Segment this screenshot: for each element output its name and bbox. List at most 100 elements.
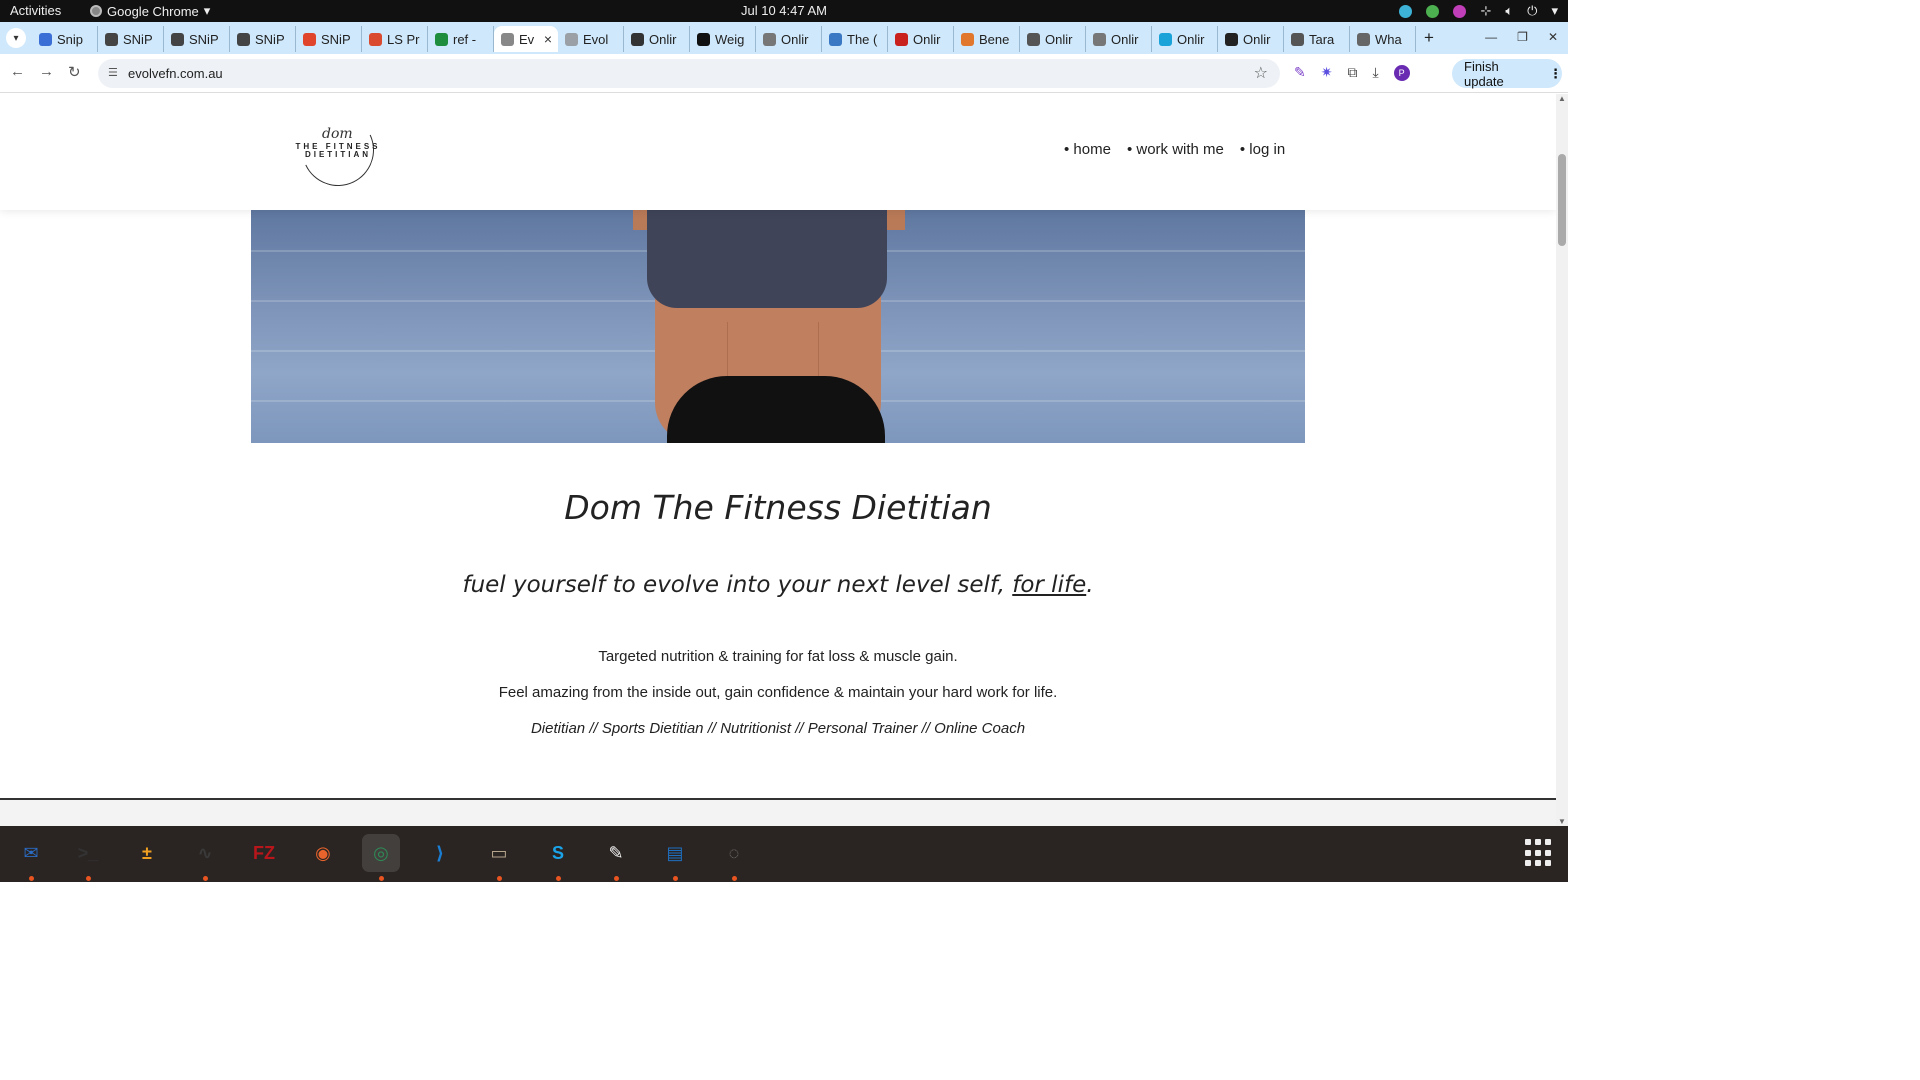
app-menu[interactable]: Google Chrome ▾ [90, 3, 210, 19]
running-indicator [379, 876, 384, 881]
tab[interactable]: LS Pr [362, 26, 428, 52]
tab-label: Weig [715, 31, 745, 47]
tab[interactable]: Onlir [1152, 26, 1218, 52]
tab[interactable]: SNiP [164, 26, 230, 52]
new-tab-button[interactable]: + [1424, 28, 1434, 48]
writer-glyph: ▤ [666, 842, 684, 863]
running-indicator [673, 876, 678, 881]
files-glyph: ▭ [490, 842, 508, 863]
dock-terminal-icon[interactable]: >_ [69, 834, 107, 872]
tab[interactable]: SNiP [98, 26, 164, 52]
tray-app-icon[interactable] [1426, 4, 1440, 18]
text-editor-glyph: ✎ [608, 842, 624, 863]
chevron-down-icon[interactable]: ▾ [1551, 3, 1558, 19]
restore-icon[interactable]: ❐ [1517, 30, 1528, 44]
dock-vscode-icon[interactable]: ⟩ [421, 834, 459, 872]
system-tray[interactable]: ⊹ 🔈︎ ⏻ ▾ [1399, 3, 1558, 19]
tab[interactable]: Onlir [624, 26, 690, 52]
download-icon[interactable]: ⤓ [1372, 64, 1378, 81]
dock-text-editor-icon[interactable]: ✎ [597, 834, 635, 872]
tab-label: Onlir [781, 31, 809, 47]
tab-list: Snip SNiP SNiP SNiP SNiP LS Pr ref - Ev × Evol Onl… [32, 26, 1416, 54]
tab[interactable]: ref - [428, 26, 494, 52]
tab-search-button[interactable]: ▾ [6, 28, 26, 48]
close-icon[interactable]: ✕ [1548, 30, 1558, 44]
reload-icon[interactable]: ↻ [68, 63, 81, 81]
running-indicator [86, 876, 91, 881]
dock-chrome-icon[interactable]: ◎ [362, 834, 400, 872]
tab[interactable]: Onlir [1086, 26, 1152, 52]
url-text[interactable]: evolvefn.com.au [128, 66, 223, 81]
minimize-icon[interactable]: — [1485, 30, 1497, 44]
nav-work-with-me-link[interactable]: • work with me [1127, 141, 1224, 158]
tab[interactable]: Bene [954, 26, 1020, 52]
tab[interactable]: Onlir [1218, 26, 1284, 52]
dock-firefox-icon[interactable]: ◉ [304, 834, 342, 872]
scrollbar-thumb[interactable] [1558, 154, 1566, 246]
tab-favicon-icon [105, 32, 118, 46]
thunderbird-glyph: ✉ [23, 842, 39, 863]
site-info-icon[interactable]: ☰ [108, 66, 118, 79]
back-icon[interactable]: ← [10, 63, 25, 81]
profile-avatar[interactable]: P [1393, 64, 1410, 81]
dock-system-monitor-icon[interactable]: ∿ [186, 834, 224, 872]
finish-update-button[interactable]: Finish update ⋮ [1452, 58, 1562, 89]
tray-app-icon[interactable] [1399, 4, 1413, 18]
tab[interactable]: The ( [822, 26, 888, 52]
tab-label: SNiP [123, 31, 153, 47]
tab[interactable]: SNiP [296, 26, 362, 52]
puzzle-icon[interactable]: ⧉ [1347, 64, 1357, 81]
vscode-glyph: ⟩ [435, 842, 445, 863]
dock-calculator-icon[interactable]: ± [128, 834, 166, 872]
pen-extension-icon[interactable]: ✎ [1294, 64, 1306, 81]
activities-button[interactable]: Activities [10, 3, 61, 18]
tab[interactable]: Weig [690, 26, 756, 52]
dock-thunderbird-icon[interactable]: ✉ [12, 834, 50, 872]
scroll-up-icon[interactable]: ▲ [1558, 94, 1566, 103]
gear-extension-icon[interactable]: ✷ [1321, 64, 1333, 81]
tab-label: Snip [57, 31, 84, 47]
description-1: Targeted nutrition & training for fat lo… [598, 648, 958, 665]
chevron-down-icon: ▾ [203, 3, 211, 18]
site-logo[interactable]: dom THE FITNESS DIETITIAN [291, 103, 385, 197]
tab[interactable]: Tara [1284, 26, 1350, 52]
nav-log-in-link[interactable]: • log in [1240, 141, 1285, 158]
tab[interactable]: Onlir [888, 26, 954, 52]
tab[interactable]: Snip [32, 26, 98, 52]
tab[interactable]: SNiP [230, 26, 296, 52]
show-apps-icon[interactable] [1525, 839, 1553, 867]
bookmark-star-icon[interactable]: ☆ [1254, 63, 1268, 83]
system-top-bar: Activities Google Chrome ▾ Jul 10 4:47 A… [0, 0, 1568, 22]
address-bar[interactable]: ☰ evolvefn.com.au ☆ [98, 59, 1280, 88]
dock-files-icon[interactable]: ▭ [480, 834, 518, 872]
tab-strip: ▾ Snip SNiP SNiP SNiP SNiP LS Pr ref - Ev × Evol O… [0, 22, 1568, 54]
dock-filezilla-icon[interactable]: FZ [245, 834, 283, 872]
logo-text-line2: DIETITIAN [304, 150, 372, 159]
logo-script: dom [322, 126, 353, 142]
power-icon[interactable]: ⏻ [1527, 3, 1537, 19]
tab-favicon-icon [631, 32, 644, 46]
finish-update-label: Finish update [1464, 58, 1504, 89]
forward-icon[interactable]: → [39, 63, 54, 81]
network-icon[interactable]: ⊹ [1480, 3, 1491, 19]
volume-icon[interactable]: 🔈︎ [1505, 3, 1513, 19]
tab[interactable]: Onlir [756, 26, 822, 52]
dock-skype-icon[interactable]: S [539, 834, 577, 872]
filezilla-glyph: FZ [253, 842, 275, 863]
scroll-down-icon[interactable]: ▼ [1558, 817, 1566, 826]
page-scrollbar[interactable]: ▲ ▼ [1556, 94, 1568, 826]
clock[interactable]: Jul 10 4:47 AM [741, 3, 827, 18]
tab-active[interactable]: Ev × [494, 26, 558, 52]
tab[interactable]: Onlir [1020, 26, 1086, 52]
tab-favicon-icon [829, 32, 842, 46]
nav-home-link[interactable]: • home [1064, 141, 1111, 158]
dock-writer-icon[interactable]: ▤ [656, 834, 694, 872]
tab[interactable]: Wha [1350, 26, 1416, 52]
dock-disks-icon[interactable]: ◌ [715, 834, 753, 872]
tab-label: SNiP [189, 31, 219, 47]
tray-app-icon[interactable] [1453, 4, 1467, 18]
tab[interactable]: Evol [558, 26, 624, 52]
tab-label: Bene [979, 31, 1010, 47]
close-tab-icon[interactable]: × [544, 31, 552, 47]
running-indicator [614, 876, 619, 881]
